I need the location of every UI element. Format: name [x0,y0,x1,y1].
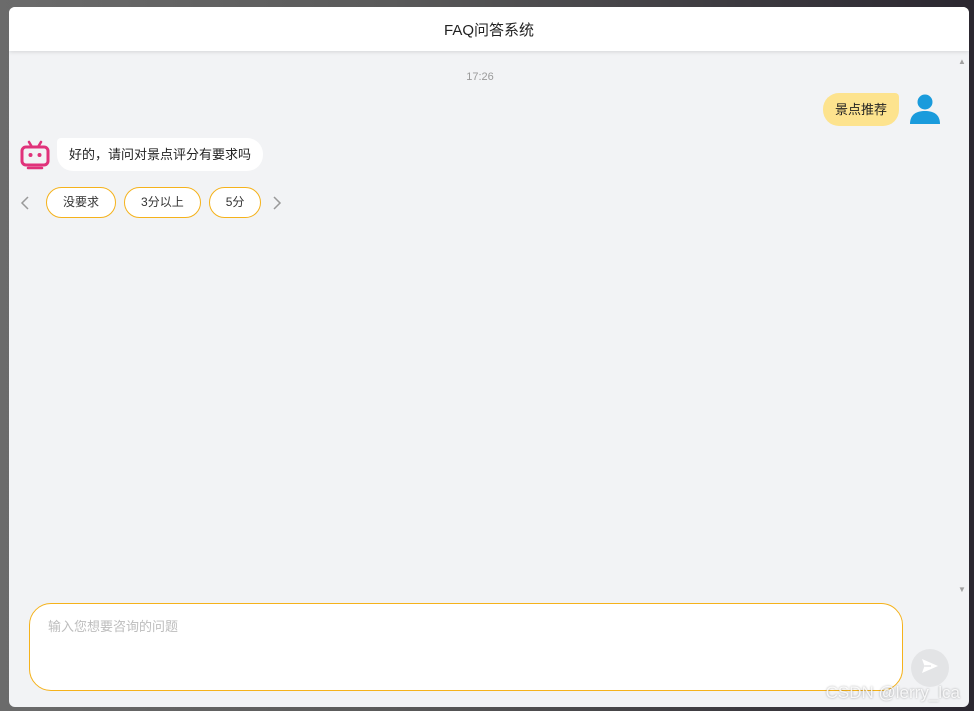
quick-reply-options: 没要求 3分以上 5分 [17,187,285,218]
user-avatar-icon [907,91,943,127]
question-input-box[interactable] [29,603,903,691]
send-icon [920,656,940,681]
header: FAQ问答系统 [9,7,969,51]
bot-message-bubble: 好的，请问对景点评分有要求吗 [57,138,264,171]
chat-area[interactable]: 17:26 景点推荐 好的，请问对景点评分有要求吗 没要求 3分以上 5分 [9,51,969,599]
quick-reply-option[interactable]: 没要求 [46,187,117,218]
robot-avatar-icon [19,139,51,171]
bot-message-row: 好的，请问对景点评分有要求吗 [19,138,264,171]
chevron-right-icon[interactable] [269,193,285,213]
chat-window: FAQ问答系统 17:26 景点推荐 好的，请问对景点评分有要求吗 没要求 3分… [9,7,969,707]
user-message-bubble: 景点推荐 [822,92,899,126]
quick-reply-option[interactable]: 5分 [208,187,262,218]
scroll-up-icon[interactable]: ▲ [957,57,967,67]
page-title: FAQ问答系统 [443,21,534,39]
question-input[interactable] [46,614,890,678]
watermark: CSDN @lerry_lca [825,683,960,702]
send-button[interactable] [911,649,949,687]
chevron-left-icon[interactable] [17,193,33,213]
user-message-row: 景点推荐 [822,91,943,127]
chat-scrollbar[interactable]: ▲ ▼ [955,51,969,599]
message-timestamp: 17:26 [466,71,494,83]
scroll-down-icon[interactable]: ▼ [957,585,967,595]
quick-reply-option[interactable]: 3分以上 [124,187,201,218]
